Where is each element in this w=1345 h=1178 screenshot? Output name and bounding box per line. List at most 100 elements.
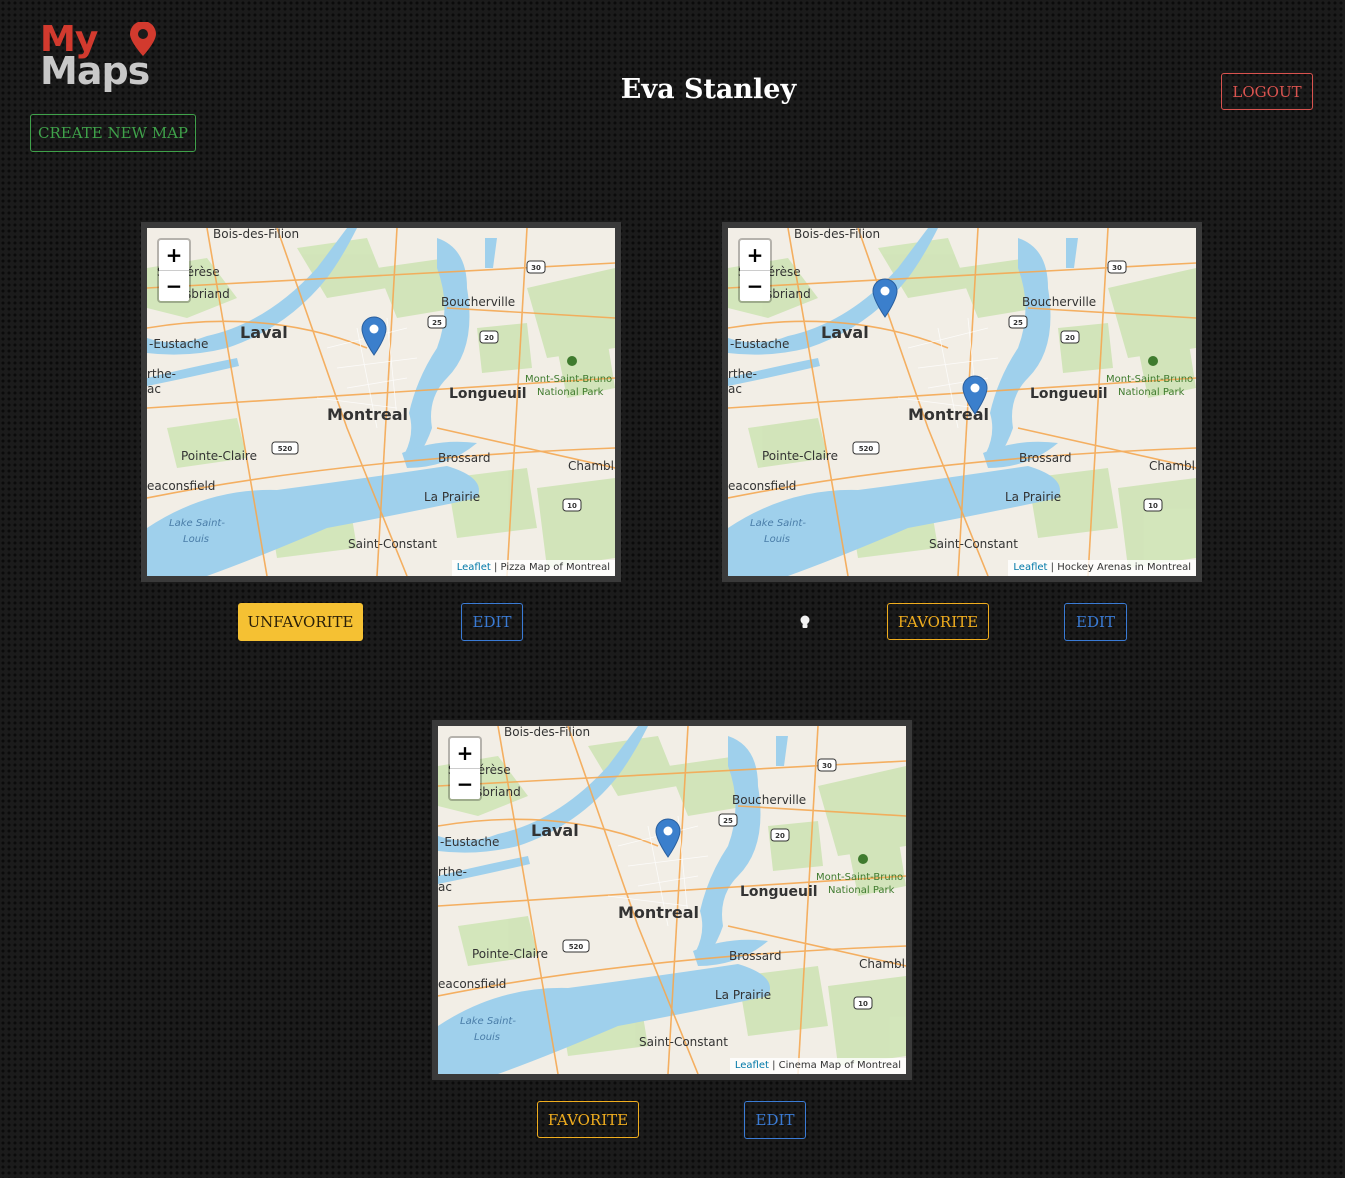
edit-button[interactable]: EDIT <box>744 1101 806 1139</box>
svg-text:Louis: Louis <box>183 534 209 545</box>
svg-text:La Prairie: La Prairie <box>424 490 480 504</box>
svg-text:La Prairie: La Prairie <box>1005 490 1061 504</box>
svg-text:sbriand: sbriand <box>185 287 230 301</box>
leaflet-link[interactable]: Leaflet <box>1013 562 1047 573</box>
map-attribution: Leaflet | Hockey Arenas in Montreal <box>1008 560 1196 576</box>
svg-text:Bois-des-Filion: Bois-des-Filion <box>213 228 299 241</box>
map-tiles: 3025 20520 10 Bois-des-Filion S -Thérèse… <box>438 726 906 1074</box>
lightbulb-icon <box>800 615 810 628</box>
svg-text:Mont-Saint-Bruno: Mont-Saint-Bruno <box>525 374 612 385</box>
svg-text:520: 520 <box>569 943 584 951</box>
favorite-button[interactable]: FAVORITE <box>887 603 989 640</box>
svg-text:ac: ac <box>728 382 742 396</box>
svg-text:25: 25 <box>723 817 733 825</box>
svg-text:520: 520 <box>278 445 293 453</box>
svg-text:Boucherville: Boucherville <box>732 793 806 807</box>
favorite-button[interactable]: FAVORITE <box>537 1101 639 1138</box>
svg-text:eaconsfield: eaconsfield <box>438 977 506 991</box>
map-marker[interactable] <box>872 278 898 318</box>
svg-text:Montreal: Montreal <box>618 903 699 922</box>
zoom-control: + − <box>157 238 191 303</box>
svg-text:Mont-Saint-Bruno: Mont-Saint-Bruno <box>816 872 903 883</box>
edit-button[interactable]: EDIT <box>1064 603 1127 641</box>
svg-text:Laval: Laval <box>821 323 869 342</box>
svg-text:Pointe-Claire: Pointe-Claire <box>472 947 548 961</box>
map-view[interactable]: 3025 20520 10 Bois-des-Filion S -Thérèse… <box>147 228 615 576</box>
create-new-map-button[interactable]: CREATE NEW MAP <box>30 114 196 152</box>
map-marker-icon[interactable] <box>361 316 387 356</box>
svg-text:25: 25 <box>1013 319 1023 327</box>
svg-text:20: 20 <box>484 334 494 342</box>
svg-text:Mont-Saint-Bruno: Mont-Saint-Bruno <box>1106 374 1193 385</box>
svg-text:rthe-: rthe- <box>728 367 757 381</box>
map-card-cinema: 3025 20520 10 Bois-des-Filion S -Thérèse… <box>432 720 912 1080</box>
svg-text:520: 520 <box>859 445 874 453</box>
svg-text:Chambl: Chambl <box>568 459 614 473</box>
svg-text:National Park: National Park <box>537 387 604 398</box>
svg-text:sbriand: sbriand <box>766 287 811 301</box>
svg-text:-Eustache: -Eustache <box>440 835 499 849</box>
map-marker[interactable] <box>962 375 988 415</box>
svg-text:Montreal: Montreal <box>327 405 408 424</box>
svg-text:Laval: Laval <box>531 821 579 840</box>
svg-text:-Eustache: -Eustache <box>730 337 789 351</box>
map-title: Cinema Map of Montreal <box>778 1060 901 1071</box>
zoom-out-button[interactable]: − <box>740 271 770 301</box>
svg-text:rthe-: rthe- <box>147 367 176 381</box>
svg-text:Longueuil: Longueuil <box>449 386 527 402</box>
zoom-control: + − <box>448 736 482 801</box>
svg-text:eaconsfield: eaconsfield <box>147 479 215 493</box>
svg-text:Lake Saint-: Lake Saint- <box>750 518 806 529</box>
svg-text:Brossard: Brossard <box>438 451 490 465</box>
map-view[interactable]: 3025 20520 10 Bois-des-Filion S -Thérèse… <box>728 228 1196 576</box>
svg-text:Louis: Louis <box>764 534 790 545</box>
svg-text:25: 25 <box>432 319 442 327</box>
svg-text:Laval: Laval <box>240 323 288 342</box>
map-tiles: 3025 20520 10 Bois-des-Filion S -Thérèse… <box>147 228 615 576</box>
svg-text:20: 20 <box>1065 334 1075 342</box>
map-marker[interactable] <box>361 316 387 356</box>
map-marker-icon[interactable] <box>962 375 988 415</box>
map-card-hockey: 3025 20520 10 Bois-des-Filion S -Thérèse… <box>722 222 1202 582</box>
svg-text:National Park: National Park <box>828 885 895 896</box>
zoom-in-button[interactable]: + <box>740 240 770 271</box>
user-name-heading: Eva Stanley <box>620 74 797 105</box>
svg-text:30: 30 <box>531 264 541 272</box>
svg-text:Boucherville: Boucherville <box>1022 295 1096 309</box>
svg-text:La Prairie: La Prairie <box>715 988 771 1002</box>
svg-text:Brossard: Brossard <box>729 949 781 963</box>
svg-text:Saint-Constant: Saint-Constant <box>929 537 1018 551</box>
map-marker-icon[interactable] <box>872 278 898 318</box>
svg-text:eaconsfield: eaconsfield <box>728 479 796 493</box>
svg-text:Saint-Constant: Saint-Constant <box>639 1035 728 1049</box>
svg-text:Saint-Constant: Saint-Constant <box>348 537 437 551</box>
leaflet-link[interactable]: Leaflet <box>735 1060 769 1071</box>
logout-button[interactable]: LOGOUT <box>1221 73 1313 110</box>
unfavorite-button[interactable]: UNFAVORITE <box>238 603 363 641</box>
zoom-in-button[interactable]: + <box>159 240 189 271</box>
svg-text:Bois-des-Filion: Bois-des-Filion <box>794 228 880 241</box>
map-marker[interactable] <box>655 818 681 858</box>
svg-text:-Eustache: -Eustache <box>149 337 208 351</box>
svg-text:National Park: National Park <box>1118 387 1185 398</box>
map-title: Pizza Map of Montreal <box>500 562 610 573</box>
svg-text:Pointe-Claire: Pointe-Claire <box>762 449 838 463</box>
svg-text:Longueuil: Longueuil <box>740 884 818 900</box>
leaflet-link[interactable]: Leaflet <box>457 562 491 573</box>
svg-text:rthe-: rthe- <box>438 865 467 879</box>
svg-text:Longueuil: Longueuil <box>1030 386 1108 402</box>
map-card-pizza: 3025 20520 10 Bois-des-Filion S -Thérèse… <box>141 222 621 582</box>
map-attribution: Leaflet | Cinema Map of Montreal <box>729 1058 906 1074</box>
zoom-out-button[interactable]: − <box>159 271 189 301</box>
edit-button[interactable]: EDIT <box>461 603 523 641</box>
svg-text:10: 10 <box>567 502 577 510</box>
map-marker-icon[interactable] <box>655 818 681 858</box>
zoom-in-button[interactable]: + <box>450 738 480 769</box>
svg-text:Brossard: Brossard <box>1019 451 1071 465</box>
map-view[interactable]: 3025 20520 10 Bois-des-Filion S -Thérèse… <box>438 726 906 1074</box>
svg-text:Boucherville: Boucherville <box>441 295 515 309</box>
map-title: Hockey Arenas in Montreal <box>1057 562 1191 573</box>
svg-text:Pointe-Claire: Pointe-Claire <box>181 449 257 463</box>
svg-text:20: 20 <box>775 832 785 840</box>
zoom-out-button[interactable]: − <box>450 769 480 799</box>
